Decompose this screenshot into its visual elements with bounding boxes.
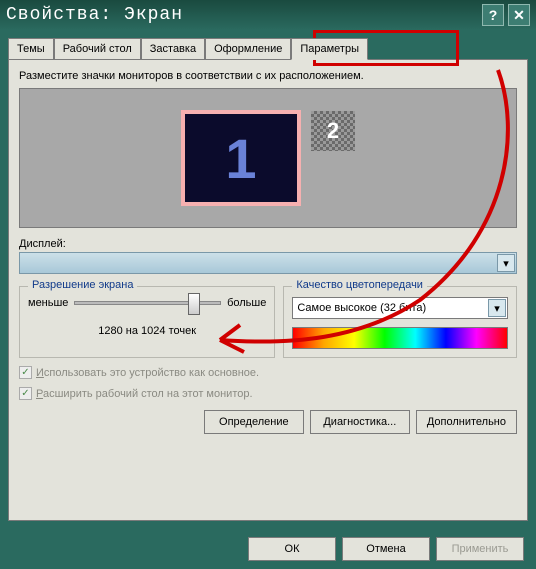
color-quality-group: Качество цветопередачи Самое высокое (32… [283,286,517,358]
extend-desktop-checkbox: ✓ [19,387,32,400]
tab-appearance[interactable]: Оформление [205,38,291,59]
resolution-text: 1280 на 1024 точек [28,325,266,337]
slider-less-label: меньше [28,297,68,309]
extend-desktop-row: ✓ Расширить рабочий стол на этот монитор… [19,387,517,400]
primary-device-label: Использовать это устройство как основное… [36,367,259,379]
tab-themes[interactable]: Темы [8,38,54,59]
cancel-button[interactable]: Отмена [342,537,430,561]
tab-row: Темы Рабочий стол Заставка Оформление Па… [8,38,528,59]
slider-thumb[interactable] [188,293,200,315]
help-button[interactable]: ? [482,4,504,26]
diagnostics-button[interactable]: Диагностика... [310,410,410,434]
color-quality-value: Самое высокое (32 бита) [297,302,426,314]
identify-button[interactable]: Определение [204,410,304,434]
close-button[interactable]: ✕ [508,4,530,26]
primary-device-row: ✓ Использовать это устройство как основн… [19,366,517,379]
slider-more-label: больше [227,297,266,309]
monitor-2-label: 2 [327,118,339,144]
monitor-2[interactable]: 2 [311,111,355,151]
dialog-buttons: ОК Отмена Применить [0,529,536,569]
monitor-1[interactable]: 1 [181,110,301,206]
window-title: Свойства: Экран [6,5,478,25]
color-quality-combo[interactable]: Самое высокое (32 бита) ▾ [292,297,508,319]
primary-device-checkbox: ✓ [19,366,32,379]
tab-desktop[interactable]: Рабочий стол [54,38,141,59]
resolution-slider[interactable] [74,301,221,305]
ok-button[interactable]: ОК [248,537,336,561]
color-quality-legend: Качество цветопередачи [292,279,427,291]
display-label: Дисплей: [19,238,517,250]
monitor-1-label: 1 [225,126,256,191]
apply-button: Применить [436,537,524,561]
resolution-legend: Разрешение экрана [28,279,137,291]
chevron-down-icon[interactable]: ▾ [488,299,506,317]
advanced-button[interactable]: Дополнительно [416,410,517,434]
instruction-text: Разместите значки мониторов в соответств… [19,70,517,82]
color-spectrum [292,327,508,349]
chevron-down-icon[interactable]: ▾ [497,254,515,272]
settings-panel: Разместите значки мониторов в соответств… [8,59,528,521]
display-combo[interactable]: ▾ [19,252,517,274]
monitor-arrangement[interactable]: 1 2 [19,88,517,228]
tab-settings[interactable]: Параметры [291,38,368,60]
extend-desktop-label: Расширить рабочий стол на этот монитор. [36,388,253,400]
titlebar: Свойства: Экран ? ✕ [0,0,536,30]
resolution-group: Разрешение экрана меньше больше 1280 на … [19,286,275,358]
tab-screensaver[interactable]: Заставка [141,38,205,59]
